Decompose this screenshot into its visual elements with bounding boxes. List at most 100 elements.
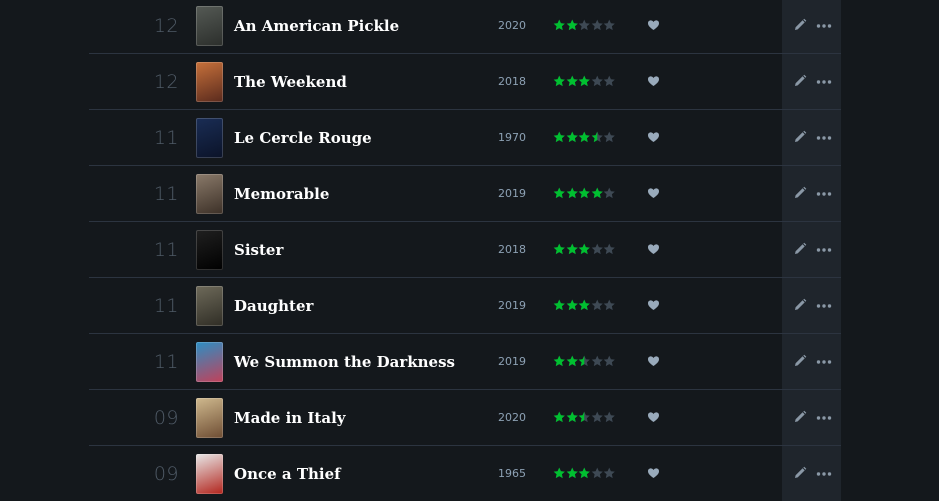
- heart-icon: [648, 412, 659, 422]
- star-icon: [591, 75, 603, 87]
- film-title-link[interactable]: An American Pickle: [234, 0, 399, 54]
- star-icon: [603, 299, 615, 311]
- star-icon: [603, 411, 615, 423]
- release-year[interactable]: 2020: [494, 390, 530, 446]
- diary-row[interactable]: 12 An American Pickle 2020: [89, 0, 841, 54]
- film-title-link[interactable]: Daughter: [234, 278, 313, 334]
- pencil-icon[interactable]: [793, 74, 807, 88]
- diary-day[interactable]: 11: [149, 110, 179, 166]
- film-title-link[interactable]: Made in Italy: [234, 390, 345, 446]
- star-icon: [603, 19, 615, 31]
- film-poster[interactable]: [196, 342, 223, 382]
- ellipsis-icon[interactable]: [816, 76, 832, 88]
- pencil-icon[interactable]: [793, 130, 807, 144]
- film-poster[interactable]: [196, 6, 223, 46]
- diary-day[interactable]: 11: [149, 222, 179, 278]
- diary-day[interactable]: 09: [149, 446, 179, 501]
- film-title-link[interactable]: We Summon the Darkness: [234, 334, 455, 390]
- release-year[interactable]: 2018: [494, 54, 530, 110]
- release-year[interactable]: 2019: [494, 334, 530, 390]
- star-rating: [553, 131, 616, 145]
- ellipsis-icon[interactable]: [816, 468, 832, 480]
- star-icon: [591, 187, 603, 199]
- diary-row[interactable]: 11 Memorable 2019: [89, 166, 841, 222]
- star-rating: [553, 187, 616, 201]
- release-year[interactable]: 1965: [494, 446, 530, 501]
- film-title-link[interactable]: Le Cercle Rouge: [234, 110, 372, 166]
- pencil-icon[interactable]: [793, 186, 807, 200]
- diary-row[interactable]: 11 Daughter 2019: [89, 278, 841, 334]
- star-rating: [553, 19, 616, 33]
- film-title-link[interactable]: Memorable: [234, 166, 329, 222]
- star-icon: [578, 187, 590, 199]
- diary-day[interactable]: 12: [149, 54, 179, 110]
- star-icon: [591, 355, 603, 367]
- diary-row[interactable]: 11 Le Cercle Rouge 1970: [89, 110, 841, 166]
- ellipsis-icon[interactable]: [816, 356, 832, 368]
- diary-day[interactable]: 11: [149, 334, 179, 390]
- ellipsis-icon[interactable]: [816, 132, 832, 144]
- star-icon: [603, 243, 615, 255]
- diary-day[interactable]: 11: [149, 278, 179, 334]
- film-poster[interactable]: [196, 118, 223, 158]
- release-year[interactable]: 1970: [494, 110, 530, 166]
- heart-icon: [648, 20, 659, 30]
- diary-day[interactable]: 09: [149, 390, 179, 446]
- film-title-link[interactable]: Once a Thief: [234, 446, 341, 501]
- diary-day[interactable]: 11: [149, 166, 179, 222]
- pencil-icon[interactable]: [793, 18, 807, 32]
- ellipsis-icon[interactable]: [816, 188, 832, 200]
- star-icon: [603, 467, 615, 479]
- star-rating: [553, 355, 616, 369]
- release-year[interactable]: 2019: [494, 166, 530, 222]
- star-rating: [553, 411, 616, 425]
- pencil-icon[interactable]: [793, 410, 807, 424]
- diary-row[interactable]: 09 Made in Italy 2020: [89, 390, 841, 446]
- pencil-icon[interactable]: [793, 298, 807, 312]
- film-poster[interactable]: [196, 454, 223, 494]
- film-title-link[interactable]: Sister: [234, 222, 283, 278]
- star-icon: [553, 355, 565, 367]
- star-icon: [591, 19, 603, 31]
- star-icon: [578, 299, 590, 311]
- release-year[interactable]: 2020: [494, 0, 530, 54]
- star-icon: [566, 187, 578, 199]
- diary-table: 12 An American Pickle 2020 12 The Weekend 201…: [89, 0, 841, 501]
- diary-row[interactable]: 11 We Summon the Darkness 2019: [89, 334, 841, 390]
- star-icon: [553, 243, 565, 255]
- film-poster[interactable]: [196, 398, 223, 438]
- diary-page: 12 An American Pickle 2020 12 The Weekend 201…: [0, 0, 939, 501]
- release-year[interactable]: 2018: [494, 222, 530, 278]
- diary-day[interactable]: 12: [149, 0, 179, 54]
- diary-row[interactable]: 12 The Weekend 2018: [89, 54, 841, 110]
- star-icon: [566, 411, 578, 423]
- star-icon: [553, 187, 565, 199]
- ellipsis-icon[interactable]: [816, 300, 832, 312]
- film-poster[interactable]: [196, 62, 223, 102]
- ellipsis-icon[interactable]: [816, 412, 832, 424]
- diary-row[interactable]: 11 Sister 2018: [89, 222, 841, 278]
- star-icon: [603, 187, 615, 199]
- pencil-icon[interactable]: [793, 466, 807, 480]
- star-icon: [591, 411, 603, 423]
- heart-icon: [648, 356, 659, 366]
- film-title-link[interactable]: The Weekend: [234, 54, 347, 110]
- heart-icon: [648, 244, 659, 254]
- release-year[interactable]: 2019: [494, 278, 530, 334]
- heart-icon: [648, 76, 659, 86]
- diary-row[interactable]: 09 Once a Thief 1965: [89, 446, 841, 501]
- star-icon: [553, 131, 565, 143]
- film-poster[interactable]: [196, 230, 223, 270]
- heart-icon: [648, 132, 659, 142]
- pencil-icon[interactable]: [793, 242, 807, 256]
- star-icon: [578, 467, 590, 479]
- film-poster[interactable]: [196, 174, 223, 214]
- film-poster[interactable]: [196, 286, 223, 326]
- star-icon: [603, 355, 615, 367]
- star-icon: [566, 131, 578, 143]
- ellipsis-icon[interactable]: [816, 20, 832, 32]
- ellipsis-icon[interactable]: [816, 244, 832, 256]
- star-icon: [566, 243, 578, 255]
- pencil-icon[interactable]: [793, 354, 807, 368]
- star-icon: [566, 75, 578, 87]
